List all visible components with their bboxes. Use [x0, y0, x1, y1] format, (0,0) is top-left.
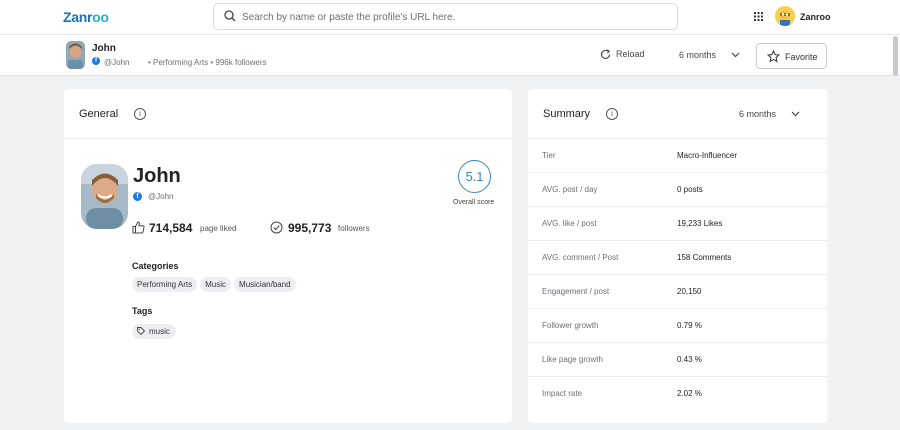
tag-label: music: [149, 327, 170, 336]
facebook-icon: f: [92, 57, 100, 65]
summary-value: 19,233 Likes: [677, 219, 723, 228]
tag-chip[interactable]: music: [132, 324, 176, 339]
reload-label: Reload: [616, 49, 645, 59]
search-bar[interactable]: Search by name or paste the profile's UR…: [213, 3, 678, 30]
overall-score: 5.1: [458, 160, 491, 193]
summary-row: Engagement / post 20,150: [528, 275, 827, 309]
user-name[interactable]: Zanroo: [800, 12, 831, 22]
facebook-icon: f: [133, 192, 142, 201]
summary-rows: Tier Macro-Influencer AVG. post / day 0 po…: [528, 139, 827, 411]
reload-icon: [600, 49, 611, 60]
thumbs-up-icon: [132, 221, 145, 234]
search-input[interactable]: Search by name or paste the profile's UR…: [242, 12, 455, 23]
category-chip[interactable]: Music: [200, 277, 232, 292]
profile-header: John f @John • Performing Arts • 996k fo…: [0, 35, 900, 76]
chevron-down-icon[interactable]: [791, 111, 800, 117]
star-icon: [767, 50, 780, 63]
profile-name-large: John: [133, 165, 181, 187]
logo-text: Zanr: [63, 9, 93, 25]
summary-value: 0.79 %: [677, 321, 702, 330]
apps-grid-icon[interactable]: [754, 12, 763, 21]
summary-key: Follower growth: [542, 321, 599, 330]
chevron-down-icon[interactable]: [731, 52, 740, 58]
profile-name: John: [92, 43, 116, 54]
summary-row: Follower growth 0.79 %: [528, 309, 827, 343]
summary-value: 158 Comments: [677, 253, 732, 262]
favorite-label: Favorite: [785, 52, 818, 62]
category-chip[interactable]: Performing Arts: [132, 277, 198, 292]
profile-avatar: [66, 41, 85, 69]
overall-score-label: Overall score: [453, 199, 495, 206]
favorite-button[interactable]: Favorite: [756, 43, 827, 69]
summary-value: 2.02 %: [677, 389, 702, 398]
summary-value: 0.43 %: [677, 355, 702, 364]
summary-row: Tier Macro-Influencer: [528, 139, 827, 173]
summary-key: Engagement / post: [542, 287, 610, 296]
tags-title: Tags: [132, 306, 153, 316]
top-navbar: Zanroo Search by name or paste the profi…: [0, 0, 900, 35]
summary-row: AVG. like / post 19,233 Likes: [528, 207, 827, 241]
info-icon[interactable]: i: [606, 108, 618, 120]
general-card-header: General i: [64, 89, 512, 139]
summary-key: Like page growth: [542, 355, 603, 364]
profile-photo: [81, 164, 128, 229]
summary-value: 0 posts: [677, 185, 703, 194]
summary-period-select[interactable]: 6 months: [739, 109, 776, 119]
logo-accent: oo: [92, 9, 109, 25]
followers-label: followers: [338, 224, 370, 233]
categories-list: Performing Arts Music Musician/band: [132, 277, 299, 292]
summary-key: Impact rate: [542, 389, 583, 398]
summary-row: AVG. comment / Post 158 Comments: [528, 241, 827, 275]
followers-value: 995,773: [288, 221, 332, 235]
profile-handle-large: @John: [148, 192, 174, 201]
summary-key: AVG. post / day: [542, 185, 598, 194]
page-scrollbar[interactable]: [893, 36, 898, 76]
search-icon: [224, 10, 236, 22]
summary-card-header: Summary i 6 months: [528, 89, 827, 139]
summary-value: Macro-Influencer: [677, 151, 738, 160]
summary-key: AVG. like / post: [542, 219, 597, 228]
summary-card: Summary i 6 months Tier Macro-Influencer …: [528, 89, 827, 423]
reload-button[interactable]: Reload: [600, 49, 645, 60]
general-title: General: [79, 108, 119, 120]
general-card: General i John f @John 714,584 page like…: [64, 89, 512, 423]
tag-icon: [137, 327, 146, 336]
check-circle-icon: [270, 221, 283, 234]
summary-value: 20,150: [677, 287, 702, 296]
info-icon[interactable]: i: [134, 108, 146, 120]
summary-row: Impact rate 2.02 %: [528, 377, 827, 411]
zanroo-logo[interactable]: Zanroo: [63, 9, 109, 25]
category-chip[interactable]: Musician/band: [234, 277, 296, 292]
period-select[interactable]: 6 months: [679, 50, 716, 60]
summary-row: AVG. post / day 0 posts: [528, 173, 827, 207]
categories-title: Categories: [132, 261, 179, 271]
summary-title: Summary: [543, 108, 591, 120]
summary-row: Like page growth 0.43 %: [528, 343, 827, 377]
page-liked-value: 714,584: [149, 221, 193, 235]
summary-key: AVG. comment / Post: [542, 253, 619, 262]
page-liked-label: page liked: [200, 224, 237, 233]
profile-handle: @John: [104, 58, 130, 67]
user-avatar[interactable]: [775, 6, 795, 26]
summary-key: Tier: [542, 151, 556, 160]
profile-meta: • Performing Arts • 996k followers: [148, 58, 267, 67]
